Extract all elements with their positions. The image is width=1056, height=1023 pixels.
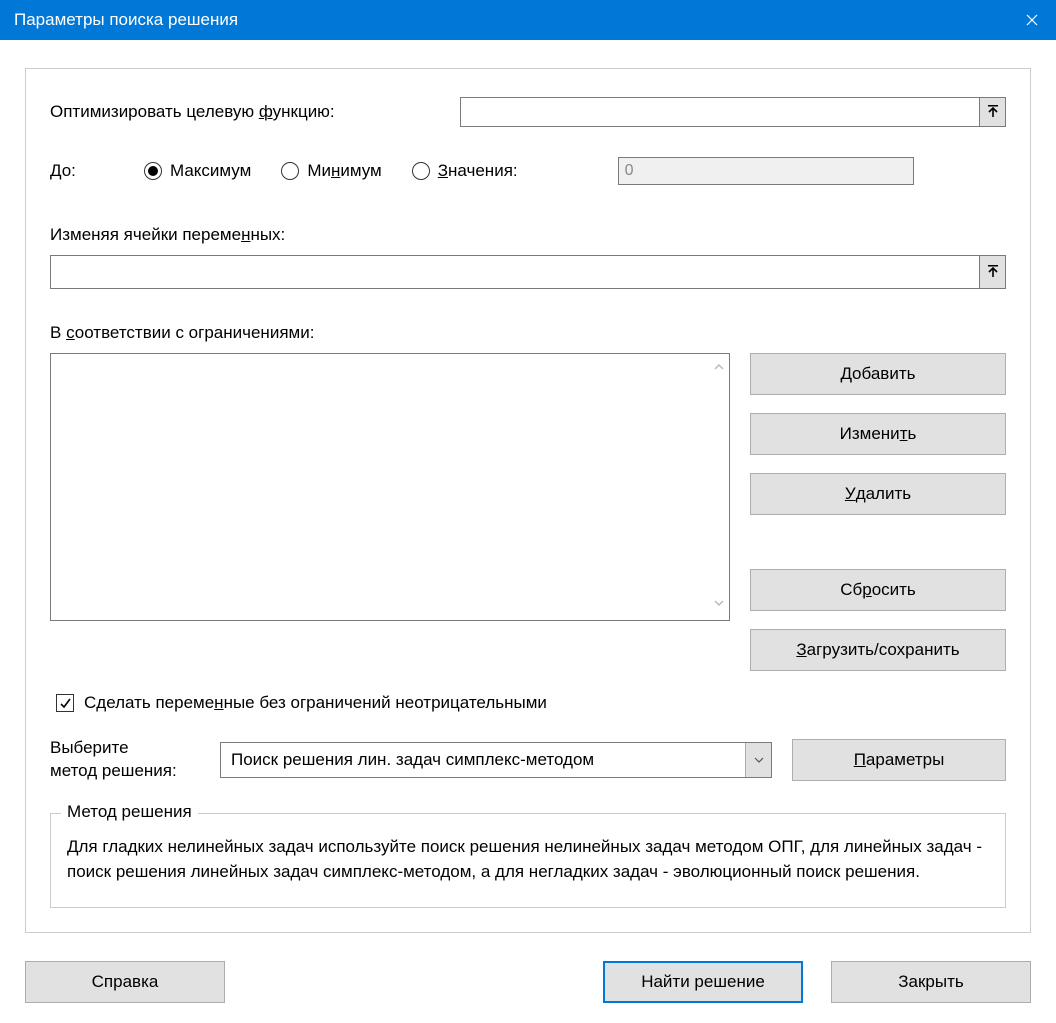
constraints-listbox[interactable] [50, 353, 730, 621]
checkbox-icon [56, 694, 74, 712]
to-label: До: [50, 161, 144, 181]
objective-input[interactable] [461, 98, 979, 126]
radio-max-label: Максимум [170, 161, 251, 181]
close-dialog-button[interactable]: Закрыть [831, 961, 1031, 1003]
main-group: Оптимизировать целевую функцию: До: Макс… [25, 68, 1031, 933]
add-button[interactable]: Добавить [750, 353, 1006, 395]
help-button[interactable]: Справка [25, 961, 225, 1003]
radio-max[interactable]: Максимум [144, 161, 251, 181]
method-select[interactable]: Поиск решения лин. задач симплекс-методо… [220, 742, 772, 778]
titlebar: Параметры поиска решения [0, 0, 1056, 40]
delete-button[interactable]: Удалить [750, 473, 1006, 515]
method-label: Выберитеметод решения: [50, 737, 200, 783]
scroll-down-icon [713, 596, 725, 614]
radio-icon [144, 162, 162, 180]
variables-ref-wrap [50, 255, 1006, 289]
load-save-button[interactable]: Загрузить/сохранить [750, 629, 1006, 671]
radio-min[interactable]: Минимум [281, 161, 381, 181]
dropdown-button[interactable] [745, 743, 771, 777]
variables-ref-button[interactable] [979, 256, 1005, 288]
change-button[interactable]: Изменить [750, 413, 1006, 455]
method-help-legend: Метод решения [61, 802, 198, 822]
solve-button[interactable]: Найти решение [603, 961, 803, 1003]
close-button[interactable] [1008, 0, 1056, 40]
target-value-input [618, 157, 914, 185]
objective-ref-button[interactable] [979, 98, 1005, 126]
reset-button[interactable]: Сбросить [750, 569, 1006, 611]
radio-value[interactable]: Значения: [412, 161, 518, 181]
method-selected: Поиск решения лин. задач симплекс-методо… [231, 750, 594, 770]
collapse-icon [987, 105, 999, 119]
scroll-up-icon [713, 360, 725, 378]
collapse-icon [987, 265, 999, 279]
radio-min-label: Минимум [307, 161, 381, 181]
nonneg-label: Сделать переменные без ограничений неотр… [84, 693, 547, 713]
variables-input[interactable] [51, 256, 979, 288]
method-help-text: Для гладких нелинейных задач используйте… [67, 834, 989, 885]
objective-label: Оптимизировать целевую функцию: [50, 102, 460, 122]
nonneg-checkbox-row[interactable]: Сделать переменные без ограничений неотр… [56, 693, 1006, 713]
options-button[interactable]: Параметры [792, 739, 1006, 781]
radio-icon [281, 162, 299, 180]
close-icon [1026, 14, 1038, 26]
window-title: Параметры поиска решения [14, 10, 238, 30]
chevron-down-icon [754, 755, 764, 765]
radio-value-label: Значения: [438, 161, 518, 181]
method-help-group: Метод решения Для гладких нелинейных зад… [50, 813, 1006, 908]
objective-ref-wrap [460, 97, 1006, 127]
constraints-label: В соответствии с ограничениями: [50, 323, 1006, 343]
variables-label: Изменяя ячейки переменных: [50, 225, 1006, 245]
radio-icon [412, 162, 430, 180]
